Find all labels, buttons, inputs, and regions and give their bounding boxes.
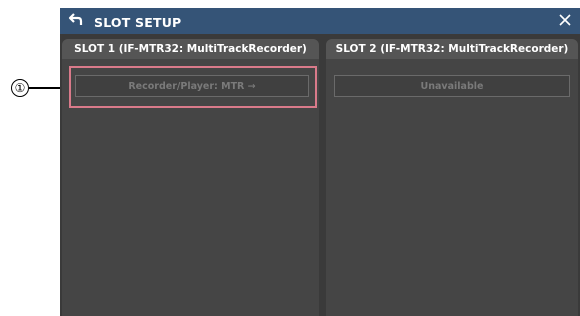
callout-highlight-box [69, 66, 317, 108]
slot-1-header: SLOT 1 (IF-MTR32: MultiTrackRecorder) [62, 39, 319, 59]
unavailable-button: Unavailable [334, 75, 570, 97]
slot-2-panel: SLOT 2 (IF-MTR32: MultiTrackRecorder) Un… [326, 39, 578, 316]
slot-setup-window: SLOT SETUP SLOT 1 (IF-MTR32: MultiTrackR… [60, 8, 580, 316]
close-icon [559, 11, 571, 30]
back-button[interactable] [66, 11, 86, 31]
close-button[interactable] [556, 11, 574, 29]
callout-number-1: ① [11, 79, 29, 97]
back-arrow-icon [68, 11, 84, 31]
slot-2-header: SLOT 2 (IF-MTR32: MultiTrackRecorder) [326, 39, 578, 59]
title-bar: SLOT SETUP [60, 8, 580, 34]
window-title: SLOT SETUP [94, 15, 182, 30]
